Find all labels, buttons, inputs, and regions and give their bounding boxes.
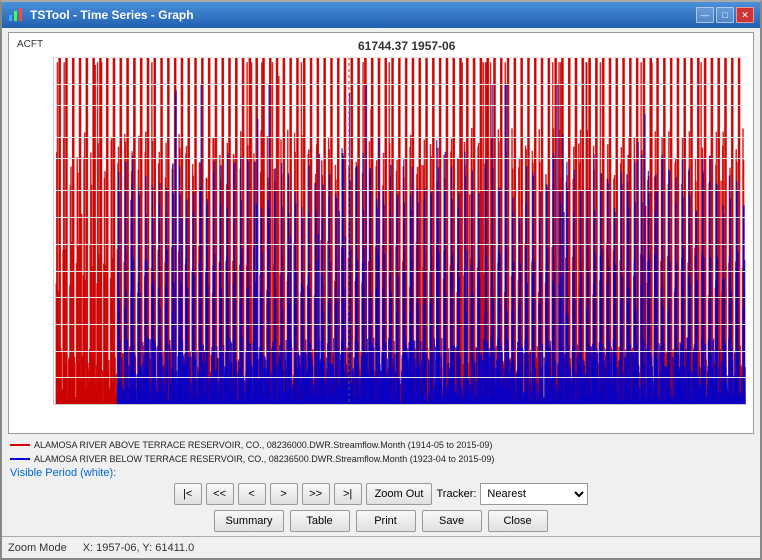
tracker-area: Tracker: Nearest None NearestSelected — [436, 483, 588, 505]
y-grid-line — [54, 137, 747, 138]
zoom-mode-label: Zoom Mode — [8, 542, 67, 554]
y-grid-line — [54, 244, 747, 245]
y-grid-line — [54, 297, 747, 298]
x-tick-label: 1915 — [53, 404, 71, 405]
x-tick-label: 1970 — [424, 404, 444, 405]
x-tick-label: 2010 — [696, 404, 716, 405]
y-grid-line — [54, 377, 747, 378]
x-tick-label: 1935 — [187, 404, 207, 405]
chart-svg — [54, 57, 747, 404]
x-tick-label: 1995 — [594, 404, 614, 405]
x-tick-label: 1965 — [390, 404, 410, 405]
x-tick-label: 1985 — [526, 404, 546, 405]
x-tick-label: 1920 — [85, 404, 105, 405]
maximize-button[interactable]: □ — [716, 7, 734, 23]
legend-line-blue — [10, 458, 30, 460]
y-grid-line — [54, 105, 747, 106]
y-tick-label: 35000.0 — [53, 212, 54, 222]
close-button[interactable]: Close — [488, 510, 548, 532]
y-tick-label: 65000.0 — [53, 57, 54, 62]
y-grid-line — [54, 57, 747, 58]
nav-next-button[interactable]: > — [270, 483, 298, 505]
print-button[interactable]: Print — [356, 510, 416, 532]
zoom-out-button[interactable]: Zoom Out — [366, 483, 433, 505]
x-tick-label: 1925 — [119, 404, 139, 405]
navigation-controls: |< << < > >> >| Zoom Out Tracker: Neares… — [2, 480, 760, 508]
legend-label-blue: ALAMOSA RIVER BELOW TERRACE RESERVOIR, C… — [34, 452, 494, 466]
nav-prev-button[interactable]: < — [238, 483, 266, 505]
action-buttons: Summary Table Print Save Close — [2, 508, 760, 536]
x-tick-label: 1945 — [255, 404, 275, 405]
nav-prev-big-button[interactable]: << — [206, 483, 234, 505]
app-icon — [8, 7, 24, 23]
tooltip-label: 61744.37 1957-06 — [358, 39, 455, 53]
table-button[interactable]: Table — [290, 510, 350, 532]
nav-last-button[interactable]: >| — [334, 483, 362, 505]
y-tick-label: 60000.0 — [53, 79, 54, 89]
save-button[interactable]: Save — [422, 510, 482, 532]
x-tick-label: 1980 — [492, 404, 512, 405]
x-tick-label: 1930 — [153, 404, 173, 405]
legend-label-red: ALAMOSA RIVER ABOVE TERRACE RESERVOIR, C… — [34, 438, 492, 452]
nav-first-button[interactable]: |< — [174, 483, 202, 505]
title-buttons: — □ ✕ — [696, 7, 754, 23]
y-grid-line — [54, 190, 747, 191]
legend-item-red: ALAMOSA RIVER ABOVE TERRACE RESERVOIR, C… — [10, 438, 752, 452]
title-bar-left: TSTool - Time Series - Graph — [8, 7, 194, 23]
legend-line-red — [10, 444, 30, 446]
y-grid-line — [54, 324, 747, 325]
y-tick-label: 10000.0 — [53, 346, 54, 356]
x-tick-label: 1955 — [323, 404, 343, 405]
y-grid-line — [54, 351, 747, 352]
x-tick-label: 2000 — [628, 404, 648, 405]
y-tick-label: 5000.0 — [53, 372, 54, 382]
nav-next-big-button[interactable]: >> — [302, 483, 330, 505]
y-axis-label: ACFT — [17, 39, 43, 50]
y-tick-label: 40000.0 — [53, 185, 54, 195]
x-tick-label: 1950 — [289, 404, 309, 405]
y-grid-line — [54, 404, 747, 405]
main-window: TSTool - Time Series - Graph — □ ✕ ACFT … — [0, 0, 762, 560]
y-tick-label: 15000.0 — [53, 319, 54, 329]
y-grid-line — [54, 271, 747, 272]
x-tick-label: 1975 — [458, 404, 478, 405]
legend-item-blue: ALAMOSA RIVER BELOW TERRACE RESERVOIR, C… — [10, 452, 752, 466]
y-tick-label: 25000.0 — [53, 266, 54, 276]
y-tick-label: 46000.0 — [53, 153, 54, 163]
x-tick-label: 2015 — [730, 404, 747, 405]
y-tick-label: 30000.0 — [53, 239, 54, 249]
chart-area: ACFT 61744.37 1957-06 0.0 5000.0 10000.0 15… — [8, 32, 754, 434]
close-window-button[interactable]: ✕ — [736, 7, 754, 23]
tracker-label: Tracker: — [436, 488, 476, 500]
visible-period-label: Visible Period (white): — [2, 466, 760, 480]
chart-plot-area[interactable]: 0.0 5000.0 10000.0 15000.0 20000.0 25000.0 300… — [53, 57, 747, 405]
title-bar: TSTool - Time Series - Graph — □ ✕ — [2, 2, 760, 28]
x-tick-label: 1990 — [560, 404, 580, 405]
x-tick-label: 1960 — [357, 404, 377, 405]
y-tick-label: 0.0 — [53, 399, 54, 405]
y-tick-label: 56000.0 — [53, 100, 54, 110]
summary-button[interactable]: Summary — [214, 510, 283, 532]
x-tick-label: 2005 — [662, 404, 682, 405]
x-tick-label: 1940 — [221, 404, 241, 405]
y-grid-line — [54, 158, 747, 159]
legend-area: ALAMOSA RIVER ABOVE TERRACE RESERVOIR, C… — [2, 436, 760, 466]
y-tick-label: 50000.0 — [53, 132, 54, 142]
window-title: TSTool - Time Series - Graph — [30, 8, 194, 22]
y-tick-label: 20000.0 — [53, 292, 54, 302]
y-grid-line — [54, 84, 747, 85]
minimize-button[interactable]: — — [696, 7, 714, 23]
coordinates-label: X: 1957-06, Y: 61411.0 — [83, 542, 195, 554]
y-grid-line — [54, 217, 747, 218]
visible-period-text: Visible Period (white): — [10, 467, 116, 479]
tracker-select[interactable]: Nearest None NearestSelected — [480, 483, 588, 505]
status-bar: Zoom Mode X: 1957-06, Y: 61411.0 — [2, 536, 760, 558]
